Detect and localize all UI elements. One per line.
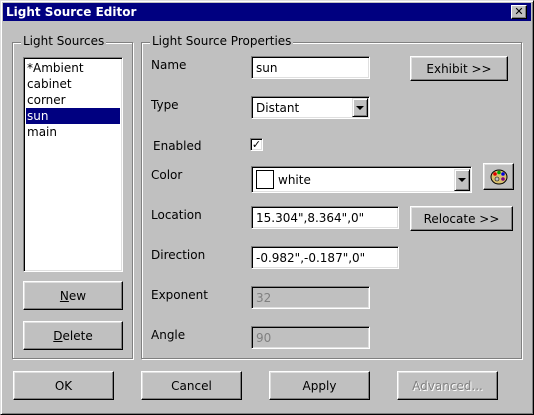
list-item[interactable]: corner bbox=[26, 92, 120, 108]
exhibit-button[interactable]: Exhibit >> bbox=[410, 56, 508, 81]
advanced-button[interactable]: Advanced... bbox=[397, 371, 498, 400]
light-sources-list[interactable]: *Ambient cabinet corner sun main bbox=[23, 57, 123, 272]
advanced-button-label: Advanced... bbox=[412, 378, 483, 393]
delete-button-label: elete bbox=[62, 328, 93, 343]
window-title: Light Source Editor bbox=[6, 5, 137, 19]
ok-button[interactable]: OK bbox=[13, 371, 114, 400]
color-select[interactable]: white bbox=[251, 166, 472, 193]
name-label: Name bbox=[151, 58, 187, 72]
delete-button-mnemonic: D bbox=[53, 328, 63, 343]
palette-icon bbox=[490, 169, 507, 184]
direction-label: Direction bbox=[151, 248, 206, 262]
new-button-label: ew bbox=[68, 288, 87, 303]
light-sources-group-label: Light Sources bbox=[21, 34, 107, 48]
exponent-label: Exponent bbox=[151, 288, 208, 302]
angle-label: Angle bbox=[151, 328, 186, 342]
relocate-button-label: Relocate >> bbox=[423, 211, 500, 226]
exhibit-button-label: Exhibit >> bbox=[426, 61, 492, 76]
color-picker-button[interactable] bbox=[483, 163, 514, 190]
type-dropdown-button[interactable] bbox=[352, 98, 368, 117]
color-dropdown-button[interactable] bbox=[454, 169, 470, 191]
list-item[interactable]: *Ambient bbox=[26, 60, 120, 76]
list-item-selected[interactable]: sun bbox=[26, 108, 120, 124]
list-item[interactable]: cabinet bbox=[26, 76, 120, 92]
apply-button-label: Apply bbox=[302, 378, 337, 393]
cancel-button-label: Cancel bbox=[171, 378, 212, 393]
list-item[interactable]: main bbox=[26, 124, 120, 140]
title-bar[interactable]: Light Source Editor ✕ bbox=[3, 3, 531, 21]
angle-input[interactable]: 90 bbox=[251, 326, 370, 349]
close-button[interactable]: ✕ bbox=[511, 5, 527, 19]
exponent-input[interactable]: 32 bbox=[251, 286, 370, 309]
color-swatch bbox=[256, 170, 274, 189]
name-input[interactable]: sun bbox=[251, 56, 370, 79]
type-label: Type bbox=[151, 98, 179, 112]
chevron-down-icon bbox=[458, 178, 466, 182]
location-label: Location bbox=[151, 208, 202, 222]
ok-button-label: OK bbox=[54, 378, 73, 393]
properties-group-label: Light Source Properties bbox=[150, 34, 294, 48]
color-select-value: white bbox=[278, 173, 311, 187]
relocate-button[interactable]: Relocate >> bbox=[410, 206, 513, 231]
apply-button[interactable]: Apply bbox=[269, 371, 370, 400]
chevron-down-icon bbox=[356, 105, 364, 110]
direction-input[interactable]: -0.982",-0.187",0" bbox=[251, 246, 399, 269]
checkmark-icon: ✓ bbox=[251, 138, 262, 151]
delete-button[interactable]: Delete bbox=[23, 321, 123, 350]
location-input[interactable]: 15.304",8.364",0" bbox=[251, 206, 399, 229]
enabled-label: Enabled bbox=[153, 139, 202, 153]
close-icon: ✕ bbox=[514, 5, 524, 18]
enabled-checkbox[interactable]: ✓ bbox=[250, 138, 263, 151]
color-label: Color bbox=[151, 168, 183, 182]
new-button-mnemonic: N bbox=[59, 288, 69, 303]
type-select-value: Distant bbox=[256, 101, 300, 115]
cancel-button[interactable]: Cancel bbox=[141, 371, 242, 400]
properties-group bbox=[141, 42, 522, 359]
new-button[interactable]: New bbox=[23, 281, 123, 310]
